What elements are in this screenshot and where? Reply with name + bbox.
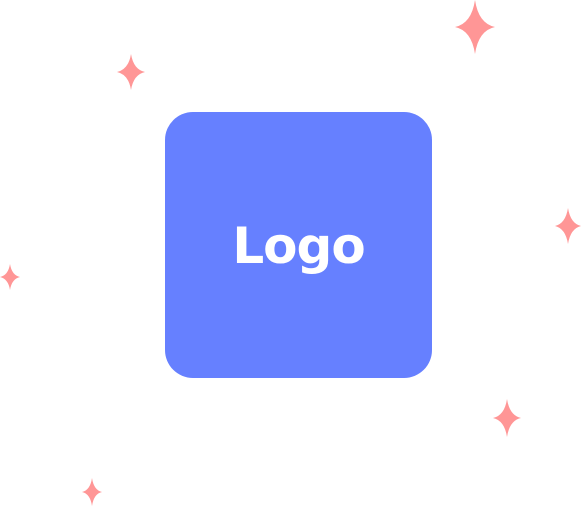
sparkle-icon bbox=[555, 208, 581, 244]
sparkle-icon bbox=[455, 0, 495, 54]
logo-placeholder-canvas: Logo bbox=[0, 0, 581, 506]
sparkle-icon bbox=[493, 399, 521, 437]
logo-tile: Logo bbox=[165, 112, 432, 378]
sparkle-icon bbox=[0, 264, 20, 290]
logo-text: Logo bbox=[232, 217, 365, 275]
sparkle-icon bbox=[117, 54, 145, 90]
sparkle-icon bbox=[82, 478, 102, 506]
